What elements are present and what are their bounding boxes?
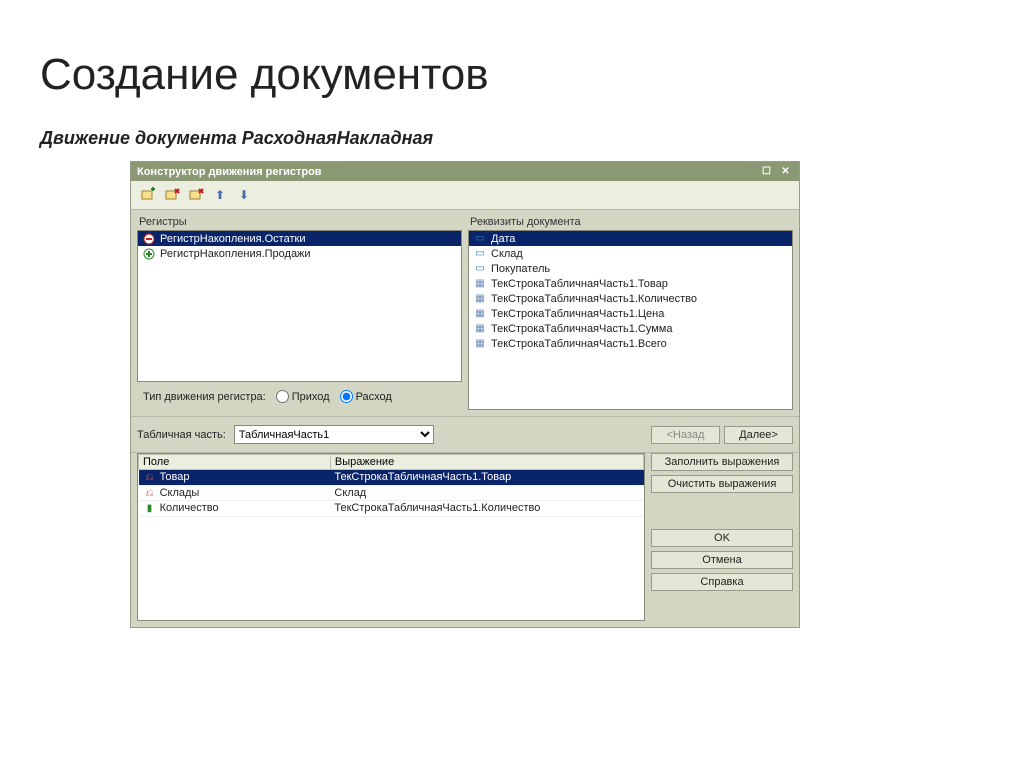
page-heading: Создание документов <box>40 50 984 100</box>
close-icon[interactable]: ✕ <box>778 164 793 179</box>
radio-prihod-label: Приход <box>292 391 330 403</box>
table-attribute-icon: ▦ <box>473 308 487 320</box>
requisite-item-label: ТекСтрокаТабличнаяЧасть1.Количество <box>491 293 697 305</box>
clear-all-icon[interactable] <box>187 186 205 204</box>
requisite-item-label: ТекСтрокаТабличнаяЧасть1.Цена <box>491 308 664 320</box>
cancel-button[interactable]: Отмена <box>651 551 793 569</box>
toolbar: ⬆ ⬇ <box>131 181 799 210</box>
cell-field: Количество <box>160 502 219 514</box>
attribute-icon: ▭ <box>473 233 487 245</box>
requisites-listbox[interactable]: ▭ Дата ▭ Склад ▭ Покупатель ▦ ТекСтрокаТ… <box>468 230 793 410</box>
requisite-item-label: Покупатель <box>491 263 550 275</box>
button-column: Заполнить выражения Очистить выражения O… <box>651 453 793 591</box>
movement-type-label: Тип движения регистра: <box>143 391 266 403</box>
tabular-part-bar: Табличная часть: ТабличнаяЧасть1 <Назад … <box>131 416 799 453</box>
requisite-item[interactable]: ▦ ТекСтрокаТабличнаяЧасть1.Количество <box>469 291 792 306</box>
col-field[interactable]: Поле <box>139 455 331 470</box>
requisites-label: Реквизиты документа <box>470 216 791 228</box>
registers-label: Регистры <box>139 216 460 228</box>
dialog-window: Конструктор движения регистров ☐ ✕ ⬆ ⬇ Р… <box>130 161 800 628</box>
resource-icon: ▮ <box>143 503 157 515</box>
requisite-item[interactable]: ▦ ТекСтрокаТабличнаяЧасть1.Всего <box>469 336 792 351</box>
requisite-item[interactable]: ▭ Покупатель <box>469 261 792 276</box>
col-expr[interactable]: Выражение <box>330 455 643 470</box>
cell-field: Склады <box>160 487 200 499</box>
radio-rashod[interactable]: Расход <box>340 390 392 403</box>
movement-type-row: Тип движения регистра: Приход Расход <box>137 382 462 407</box>
table-attribute-icon: ▦ <box>473 278 487 290</box>
requisite-item[interactable]: ▦ ТекСтрокаТабличнаяЧасть1.Сумма <box>469 321 792 336</box>
requisite-item[interactable]: ▭ Дата <box>469 231 792 246</box>
attribute-icon: ▭ <box>473 248 487 260</box>
requisite-item-label: ТекСтрокаТабличнаяЧасть1.Товар <box>491 278 668 290</box>
cell-expr: ТекСтрокаТабличнаяЧасть1.Товар <box>330 470 643 486</box>
mapping-table[interactable]: Поле Выражение ⎌ Товар ТекСтрокаТаблична… <box>138 454 644 517</box>
register-item[interactable]: РегистрНакопления.Продажи <box>138 246 461 261</box>
minus-icon <box>142 233 156 245</box>
table-attribute-icon: ▦ <box>473 338 487 350</box>
tabular-part-select[interactable]: ТабличнаяЧасть1 <box>234 425 434 444</box>
table-attribute-icon: ▦ <box>473 293 487 305</box>
cell-field: Товар <box>160 471 190 483</box>
move-down-icon[interactable]: ⬇ <box>235 186 253 204</box>
clear-expressions-button[interactable]: Очистить выражения <box>651 475 793 493</box>
cell-expr: Склад <box>330 485 643 501</box>
next-button[interactable]: Далее> <box>724 426 793 444</box>
table-row[interactable]: ⎌ Товар ТекСтрокаТабличнаяЧасть1.Товар <box>139 470 644 486</box>
attribute-icon: ▭ <box>473 263 487 275</box>
plus-icon <box>142 248 156 260</box>
requisite-item[interactable]: ▦ ТекСтрокаТабличнаяЧасть1.Товар <box>469 276 792 291</box>
register-item[interactable]: РегистрНакопления.Остатки <box>138 231 461 246</box>
mapping-table-wrap: Поле Выражение ⎌ Товар ТекСтрокаТаблична… <box>137 453 645 621</box>
titlebar: Конструктор движения регистров ☐ ✕ <box>131 162 799 181</box>
table-attribute-icon: ▦ <box>473 323 487 335</box>
remove-register-icon[interactable] <box>163 186 181 204</box>
move-up-icon[interactable]: ⬆ <box>211 186 229 204</box>
requisite-item-label: ТекСтрокаТабличнаяЧасть1.Всего <box>491 338 667 350</box>
cell-expr: ТекСтрокаТабличнаяЧасть1.Количество <box>330 501 643 517</box>
window-controls: ☐ ✕ <box>759 164 793 179</box>
radio-prihod[interactable]: Приход <box>276 390 330 403</box>
table-row[interactable]: ▮ Количество ТекСтрокаТабличнаяЧасть1.Ко… <box>139 501 644 517</box>
ok-button[interactable]: OK <box>651 529 793 547</box>
requisite-item-label: Дата <box>491 233 515 245</box>
registers-listbox[interactable]: РегистрНакопления.Остатки РегистрНакопле… <box>137 230 462 382</box>
tabular-part-label: Табличная часть: <box>137 429 226 441</box>
back-button[interactable]: <Назад <box>651 426 720 444</box>
dimension-icon: ⎌ <box>143 487 157 499</box>
fill-expressions-button[interactable]: Заполнить выражения <box>651 453 793 471</box>
page-subtitle: Движение документа РасходнаяНакладная <box>40 128 984 149</box>
add-register-icon[interactable] <box>139 186 157 204</box>
requisite-item-label: ТекСтрокаТабличнаяЧасть1.Сумма <box>491 323 672 335</box>
dimension-icon: ⎌ <box>143 472 157 484</box>
register-item-label: РегистрНакопления.Продажи <box>160 248 311 260</box>
maximize-icon[interactable]: ☐ <box>759 164 774 179</box>
help-button[interactable]: Справка <box>651 573 793 591</box>
window-title: Конструктор движения регистров <box>137 166 322 178</box>
radio-rashod-label: Расход <box>356 391 392 403</box>
table-row[interactable]: ⎌ Склады Склад <box>139 485 644 501</box>
requisite-item-label: Склад <box>491 248 523 260</box>
requisite-item[interactable]: ▭ Склад <box>469 246 792 261</box>
register-item-label: РегистрНакопления.Остатки <box>160 233 305 245</box>
requisite-item[interactable]: ▦ ТекСтрокаТабличнаяЧасть1.Цена <box>469 306 792 321</box>
